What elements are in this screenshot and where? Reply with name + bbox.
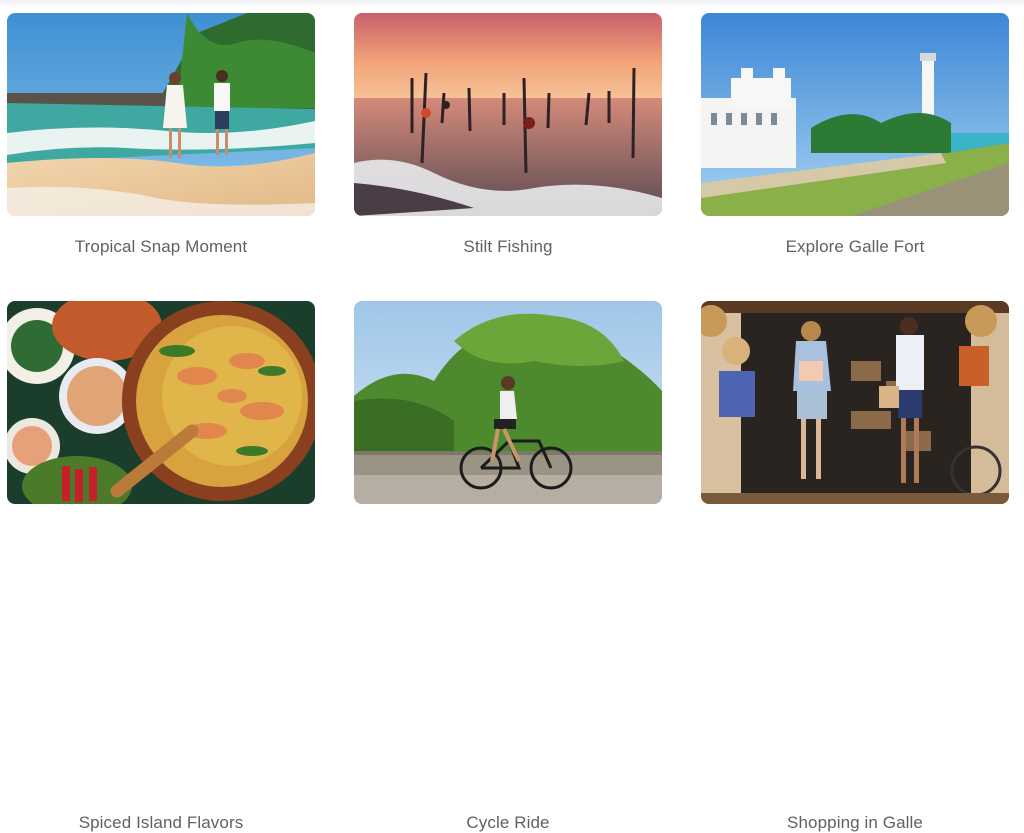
seafood-curry-photo (7, 301, 315, 504)
card-stilt-fishing[interactable]: Stilt Fishing (354, 13, 662, 256)
card-title: Spiced Island Flavors (78, 813, 244, 832)
cyclist-photo (354, 301, 662, 504)
galle-fort-photo (701, 13, 1009, 216)
shopping-galle-photo (701, 301, 1009, 504)
card-title: Tropical Snap Moment (74, 237, 248, 256)
card-cycle-ride[interactable]: Cycle Ride (354, 301, 662, 832)
card-spiced-island-flavors[interactable]: Spiced Island Flavors (7, 301, 315, 832)
card-title: Cycle Ride (466, 813, 550, 832)
card-title: Stilt Fishing (463, 237, 553, 256)
card-explore-galle-fort[interactable]: Explore Galle Fort (701, 13, 1009, 256)
card-title: Shopping in Galle (787, 813, 923, 832)
card-tropical-snap-moment[interactable]: Tropical Snap Moment (7, 13, 315, 256)
card-shopping-in-galle[interactable]: Shopping in Galle (701, 301, 1009, 832)
stilt-fishermen-photo (354, 13, 662, 216)
card-title: Explore Galle Fort (785, 237, 925, 256)
experience-grid: Tropical Snap Moment Stilt Fishing Explo… (0, 0, 1024, 832)
couple-beach-photo (7, 13, 315, 216)
